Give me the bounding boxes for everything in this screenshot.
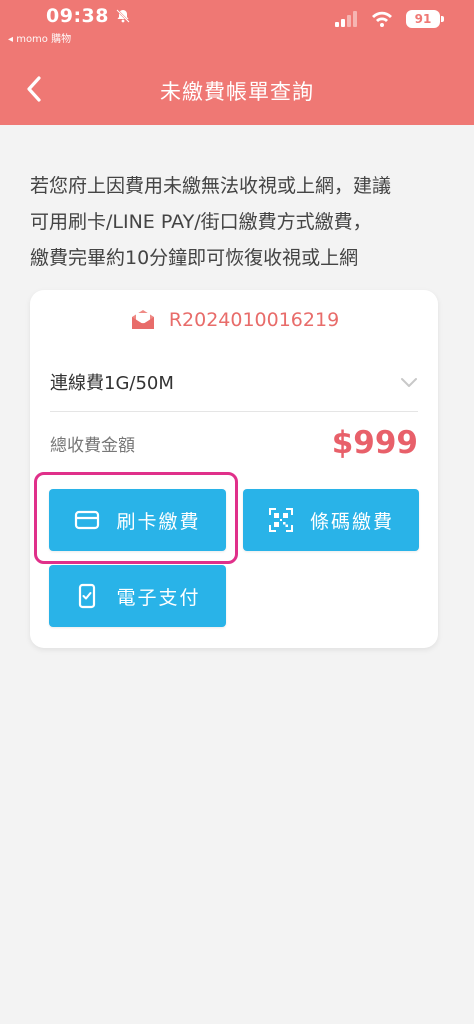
notice-line-1: 若您府上因費用未繳無法收視或上網，建議 bbox=[30, 175, 392, 197]
app-header: 09:38 ◂ momo 購物 91 未繳費帳單查詢 bbox=[0, 0, 474, 125]
total-row: 總收費金額 $999 bbox=[50, 420, 418, 466]
bill-number: R2024010016219 bbox=[168, 309, 340, 331]
page-title: 未繳費帳單查詢 bbox=[160, 80, 314, 104]
qr-code-icon bbox=[268, 508, 293, 532]
status-time: 09:38 bbox=[46, 5, 131, 27]
clock: 09:38 bbox=[46, 5, 109, 27]
total-label: 總收費金額 bbox=[50, 435, 135, 456]
notice-line-3: 繳費完畢約10分鐘即可恢復收視或上網 bbox=[30, 247, 359, 269]
payment-notice: 若您府上因費用未繳無法收視或上網，建議 可用刷卡/LINE PAY/街口繳費方式… bbox=[30, 168, 450, 276]
battery-indicator: 91 bbox=[406, 10, 444, 28]
envelope-icon bbox=[131, 310, 154, 329]
notice-line-2: 可用刷卡/LINE PAY/街口繳費方式繳費， bbox=[30, 211, 372, 233]
wifi-icon bbox=[372, 11, 392, 27]
bill-number-row: R2024010016219 bbox=[30, 308, 438, 332]
chevron-down-icon bbox=[401, 377, 417, 387]
status-indicators: 91 bbox=[334, 10, 444, 28]
plan-name: 連線費1G/50M bbox=[50, 372, 174, 394]
mobile-payment-icon bbox=[79, 583, 96, 609]
epayment-button[interactable]: 電子支付 bbox=[49, 565, 226, 627]
epayment-label: 電子支付 bbox=[116, 586, 201, 609]
barcode-payment-label: 條碼繳費 bbox=[309, 510, 394, 533]
plan-dropdown[interactable]: 連線費1G/50M bbox=[50, 352, 418, 412]
highlight-outline bbox=[34, 472, 238, 564]
total-amount: $999 bbox=[331, 425, 418, 461]
bill-card: R2024010016219 連線費1G/50M 總收費金額 $999 刷卡繳費… bbox=[30, 290, 438, 648]
muted-bell-icon bbox=[116, 9, 130, 23]
back-to-app-link[interactable]: ◂ momo 購物 bbox=[8, 30, 71, 45]
cellular-signal-icon bbox=[335, 11, 357, 27]
barcode-payment-button[interactable]: 條碼繳費 bbox=[243, 489, 419, 551]
